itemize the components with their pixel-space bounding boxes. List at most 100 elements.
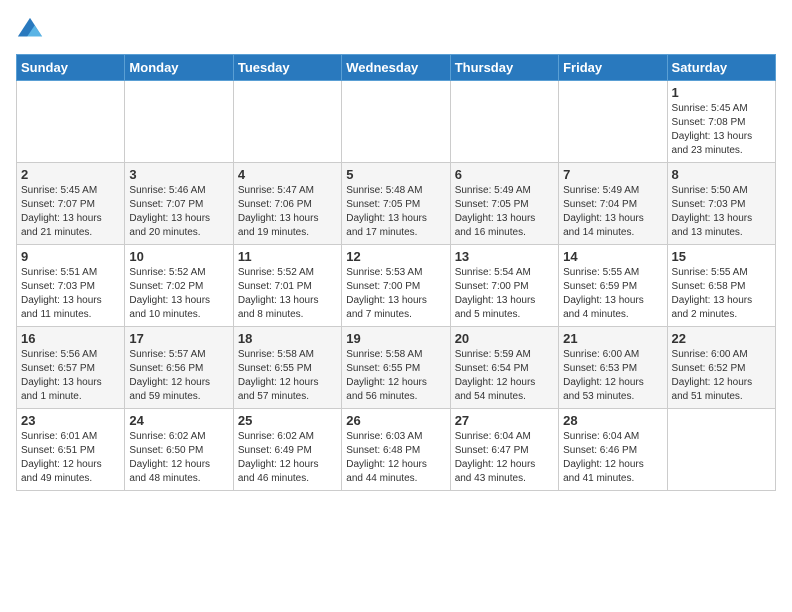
calendar-cell: 17 Sunrise: 5:57 AM Sunset: 6:56 PM Dayli… — [125, 327, 233, 409]
page: SundayMondayTuesdayWednesdayThursdayFrid… — [0, 0, 792, 501]
calendar-cell — [125, 81, 233, 163]
calendar-cell: 25 Sunrise: 6:02 AM Sunset: 6:49 PM Dayli… — [233, 409, 341, 491]
day-info: Sunrise: 5:49 AM Sunset: 7:04 PM Dayligh… — [563, 184, 662, 240]
day-number: 14 — [563, 249, 662, 264]
day-number: 22 — [672, 331, 771, 346]
calendar-cell: 24Sunrise: 6:02 AM Sunset: 6:50 PM Dayli… — [125, 409, 233, 491]
day-number: 5 — [346, 167, 445, 182]
day-info: Sunrise: 5:45 AM Sunset: 7:08 PM Dayligh… — [672, 102, 771, 158]
day-number: 27 — [455, 413, 554, 428]
day-info: Sunrise: 5:54 AM Sunset: 7:00 PM Dayligh… — [455, 266, 554, 322]
day-info: Sunrise: 5:58 AM Sunset: 6:55 PM Dayligh… — [346, 348, 445, 404]
calendar-cell: 26 Sunrise: 6:03 AM Sunset: 6:48 PM Dayli… — [342, 409, 450, 491]
calendar-cell: 11Sunrise: 5:52 AM Sunset: 7:01 PM Dayli… — [233, 245, 341, 327]
day-number: 17 — [129, 331, 228, 346]
logo-icon — [16, 16, 44, 44]
day-info: Sunrise: 6:04 AM Sunset: 6:46 PM Dayligh… — [563, 430, 662, 486]
calendar-cell: 14 Sunrise: 5:55 AM Sunset: 6:59 PM Dayli… — [559, 245, 667, 327]
weekday-header-thursday: Thursday — [450, 55, 558, 81]
calendar-cell — [342, 81, 450, 163]
calendar-cell: 27 Sunrise: 6:04 AM Sunset: 6:47 PM Dayli… — [450, 409, 558, 491]
day-info: Sunrise: 6:00 AM Sunset: 6:52 PM Dayligh… — [672, 348, 771, 404]
day-number: 21 — [563, 331, 662, 346]
day-info: Sunrise: 5:52 AM Sunset: 7:01 PM Dayligh… — [238, 266, 337, 322]
calendar-cell: 21 Sunrise: 6:00 AM Sunset: 6:53 PM Dayli… — [559, 327, 667, 409]
day-info: Sunrise: 5:49 AM Sunset: 7:05 PM Dayligh… — [455, 184, 554, 240]
day-number: 13 — [455, 249, 554, 264]
weekday-header-saturday: Saturday — [667, 55, 775, 81]
day-number: 23 — [21, 413, 120, 428]
day-info: Sunrise: 5:57 AM Sunset: 6:56 PM Dayligh… — [129, 348, 228, 404]
day-number: 8 — [672, 167, 771, 182]
day-info: Sunrise: 6:02 AM Sunset: 6:49 PM Dayligh… — [238, 430, 337, 486]
day-info: Sunrise: 5:46 AM Sunset: 7:07 PM Dayligh… — [129, 184, 228, 240]
calendar-cell: 10 Sunrise: 5:52 AM Sunset: 7:02 PM Dayli… — [125, 245, 233, 327]
day-info: Sunrise: 5:47 AM Sunset: 7:06 PM Dayligh… — [238, 184, 337, 240]
day-number: 12 — [346, 249, 445, 264]
day-info: Sunrise: 5:58 AM Sunset: 6:55 PM Dayligh… — [238, 348, 337, 404]
calendar-cell: 3Sunrise: 5:46 AM Sunset: 7:07 PM Daylig… — [125, 163, 233, 245]
day-info: Sunrise: 5:52 AM Sunset: 7:02 PM Dayligh… — [129, 266, 228, 322]
day-info: Sunrise: 5:50 AM Sunset: 7:03 PM Dayligh… — [672, 184, 771, 240]
calendar-cell: 12 Sunrise: 5:53 AM Sunset: 7:00 PM Dayli… — [342, 245, 450, 327]
day-number: 6 — [455, 167, 554, 182]
weekday-header-friday: Friday — [559, 55, 667, 81]
calendar-cell: 19 Sunrise: 5:58 AM Sunset: 6:55 PM Dayli… — [342, 327, 450, 409]
logo — [16, 16, 48, 44]
day-info: Sunrise: 6:04 AM Sunset: 6:47 PM Dayligh… — [455, 430, 554, 486]
day-info: Sunrise: 6:03 AM Sunset: 6:48 PM Dayligh… — [346, 430, 445, 486]
calendar-cell: 15 Sunrise: 5:55 AM Sunset: 6:58 PM Dayli… — [667, 245, 775, 327]
day-info: Sunrise: 5:55 AM Sunset: 6:58 PM Dayligh… — [672, 266, 771, 322]
day-info: Sunrise: 5:48 AM Sunset: 7:05 PM Dayligh… — [346, 184, 445, 240]
week-row-3: 9 Sunrise: 5:51 AM Sunset: 7:03 PM Daylig… — [17, 245, 776, 327]
day-number: 25 — [238, 413, 337, 428]
week-row-1: 1 Sunrise: 5:45 AM Sunset: 7:08 PM Daylig… — [17, 81, 776, 163]
calendar-cell: 5 Sunrise: 5:48 AM Sunset: 7:05 PM Daylig… — [342, 163, 450, 245]
day-number: 15 — [672, 249, 771, 264]
day-info: Sunrise: 5:56 AM Sunset: 6:57 PM Dayligh… — [21, 348, 120, 404]
day-info: Sunrise: 5:45 AM Sunset: 7:07 PM Dayligh… — [21, 184, 120, 240]
week-row-4: 16 Sunrise: 5:56 AM Sunset: 6:57 PM Dayli… — [17, 327, 776, 409]
calendar-cell: 6 Sunrise: 5:49 AM Sunset: 7:05 PM Daylig… — [450, 163, 558, 245]
calendar-cell — [233, 81, 341, 163]
day-number: 19 — [346, 331, 445, 346]
day-number: 26 — [346, 413, 445, 428]
day-info: Sunrise: 5:53 AM Sunset: 7:00 PM Dayligh… — [346, 266, 445, 322]
calendar-cell — [450, 81, 558, 163]
day-info: Sunrise: 5:51 AM Sunset: 7:03 PM Dayligh… — [21, 266, 120, 322]
weekday-header-monday: Monday — [125, 55, 233, 81]
calendar-cell: 18 Sunrise: 5:58 AM Sunset: 6:55 PM Dayli… — [233, 327, 341, 409]
calendar-cell: 7 Sunrise: 5:49 AM Sunset: 7:04 PM Daylig… — [559, 163, 667, 245]
day-number: 16 — [21, 331, 120, 346]
day-number: 18 — [238, 331, 337, 346]
day-number: 1 — [672, 85, 771, 100]
calendar-cell: 1 Sunrise: 5:45 AM Sunset: 7:08 PM Daylig… — [667, 81, 775, 163]
calendar-cell — [559, 81, 667, 163]
calendar-cell: 28 Sunrise: 6:04 AM Sunset: 6:46 PM Dayli… — [559, 409, 667, 491]
day-info: Sunrise: 6:01 AM Sunset: 6:51 PM Dayligh… — [21, 430, 120, 486]
weekday-header-sunday: Sunday — [17, 55, 125, 81]
day-number: 7 — [563, 167, 662, 182]
week-row-5: 23 Sunrise: 6:01 AM Sunset: 6:51 PM Dayli… — [17, 409, 776, 491]
day-number: 10 — [129, 249, 228, 264]
header — [16, 16, 776, 44]
calendar-cell: 4 Sunrise: 5:47 AM Sunset: 7:06 PM Daylig… — [233, 163, 341, 245]
day-number: 2 — [21, 167, 120, 182]
calendar-cell: 9 Sunrise: 5:51 AM Sunset: 7:03 PM Daylig… — [17, 245, 125, 327]
weekday-header-wednesday: Wednesday — [342, 55, 450, 81]
weekday-header-tuesday: Tuesday — [233, 55, 341, 81]
day-info: Sunrise: 5:55 AM Sunset: 6:59 PM Dayligh… — [563, 266, 662, 322]
calendar-cell: 16 Sunrise: 5:56 AM Sunset: 6:57 PM Dayli… — [17, 327, 125, 409]
day-number: 4 — [238, 167, 337, 182]
calendar-cell: 22 Sunrise: 6:00 AM Sunset: 6:52 PM Dayli… — [667, 327, 775, 409]
day-info: Sunrise: 6:00 AM Sunset: 6:53 PM Dayligh… — [563, 348, 662, 404]
calendar-table: SundayMondayTuesdayWednesdayThursdayFrid… — [16, 54, 776, 491]
day-number: 28 — [563, 413, 662, 428]
day-number: 9 — [21, 249, 120, 264]
calendar-cell: 13 Sunrise: 5:54 AM Sunset: 7:00 PM Dayli… — [450, 245, 558, 327]
calendar-cell — [17, 81, 125, 163]
calendar-cell — [667, 409, 775, 491]
calendar-cell: 2 Sunrise: 5:45 AM Sunset: 7:07 PM Daylig… — [17, 163, 125, 245]
calendar-cell: 20Sunrise: 5:59 AM Sunset: 6:54 PM Dayli… — [450, 327, 558, 409]
day-info: Sunrise: 5:59 AM Sunset: 6:54 PM Dayligh… — [455, 348, 554, 404]
